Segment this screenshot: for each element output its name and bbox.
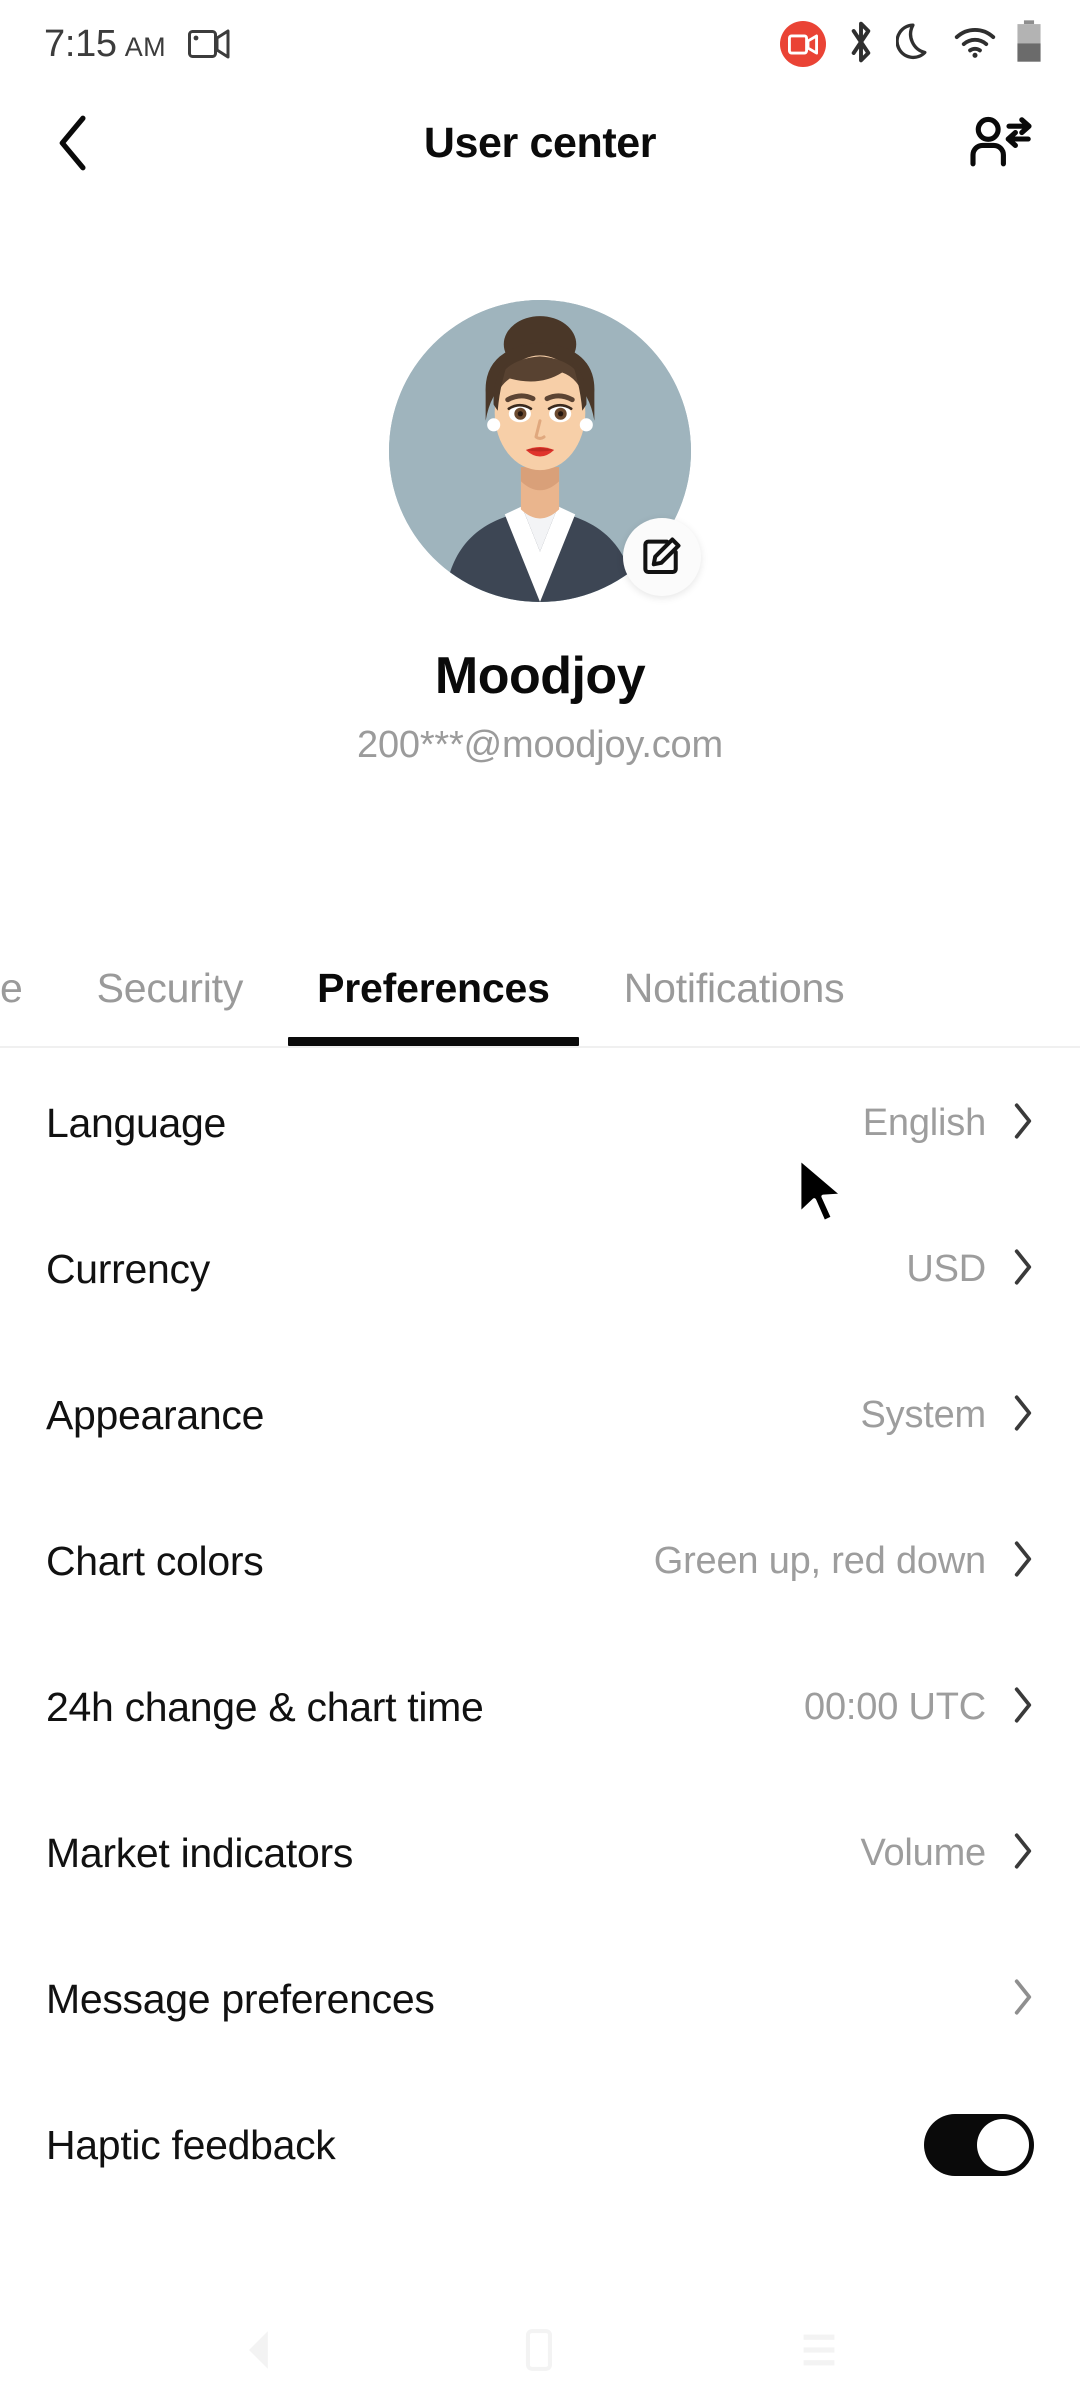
page-title: User center	[423, 118, 657, 167]
tab-preferences[interactable]: Preferences	[280, 930, 587, 1046]
setting-control: Green up, red down	[654, 1540, 1034, 1583]
setting-row-haptic-feedback[interactable]: Haptic feedback	[0, 2072, 1080, 2218]
back-chevron-icon	[59, 115, 86, 171]
setting-control: English	[863, 1102, 1034, 1145]
setting-value: English	[862, 1101, 986, 1144]
setting-value: USD	[906, 1247, 986, 1290]
chevron-right-icon[interactable]	[1012, 1832, 1034, 1875]
tab-bar[interactable]: file Security Preferences Notifications	[0, 930, 1080, 1048]
tab-notifications-label: Notifications	[623, 964, 845, 1011]
setting-row-language[interactable]: Language English	[0, 1050, 1080, 1196]
screen-record-icon	[187, 28, 230, 60]
setting-row-appearance[interactable]: Appearance System	[0, 1342, 1080, 1488]
setting-control: USD	[906, 1248, 1034, 1291]
setting-label: Haptic feedback	[46, 2121, 336, 2168]
setting-label: Currency	[46, 1245, 210, 1292]
setting-row-chart-colors[interactable]: Chart colors Green up, red down	[0, 1488, 1080, 1634]
setting-control: System	[861, 1394, 1035, 1437]
chevron-right-icon[interactable]	[1012, 1978, 1034, 2021]
toggle-knob	[977, 2119, 1029, 2171]
tab-profile[interactable]: file	[0, 930, 60, 1046]
back-icon[interactable]	[242, 2328, 278, 2377]
switch-account-icon	[970, 116, 1032, 167]
profile-section: Moodjoy 200***@moodjoy.com	[0, 198, 1080, 767]
setting-control	[924, 2114, 1034, 2176]
chevron-right-icon[interactable]	[1012, 1686, 1034, 1729]
status-time-ampm: AM	[124, 31, 166, 62]
app-header: User center	[0, 88, 1080, 198]
setting-label: Language	[46, 1099, 227, 1146]
edit-pencil-icon	[643, 537, 681, 575]
chevron-right-icon[interactable]	[1012, 1540, 1034, 1583]
setting-row-market-indicators[interactable]: Market indicators Volume	[0, 1780, 1080, 1926]
setting-row-message-preferences[interactable]: Message preferences	[0, 1926, 1080, 2072]
setting-label: 24h change & chart time	[46, 1683, 484, 1730]
setting-control: 00:00 UTC	[804, 1686, 1034, 1729]
setting-label: Chart colors	[46, 1537, 264, 1584]
tab-security-label: Security	[96, 964, 244, 1011]
setting-row-24h-change-chart-time[interactable]: 24h change & chart time 00:00 UTC	[0, 1634, 1080, 1780]
setting-label: Message preferences	[46, 1975, 435, 2022]
tab-list: file Security Preferences Notifications	[0, 930, 881, 1046]
preferences-list: Language English Currency USD Appearance…	[0, 1050, 1080, 2218]
setting-label: Market indicators	[46, 1829, 354, 1876]
tab-preferences-label: Preferences	[317, 964, 550, 1011]
chevron-right-icon[interactable]	[1012, 1394, 1034, 1437]
setting-row-currency[interactable]: Currency USD	[0, 1196, 1080, 1342]
back-button[interactable]	[38, 108, 108, 178]
phone-screen: 7:15 AM User center Moodjoy 200***@moodj…	[0, 0, 1080, 2400]
user-name: Moodjoy	[434, 647, 646, 705]
status-bar-left: 7:15 AM	[44, 23, 230, 66]
wifi-icon	[954, 25, 996, 64]
setting-control	[986, 1978, 1034, 2021]
chevron-right-icon[interactable]	[1012, 1102, 1034, 1145]
status-bar: 7:15 AM	[0, 0, 1080, 88]
do-not-disturb-moon-icon	[895, 21, 934, 68]
home-icon[interactable]	[523, 2328, 555, 2377]
status-time-value: 7:15	[44, 22, 117, 65]
user-email: 200***@moodjoy.com	[357, 724, 723, 766]
battery-icon	[1016, 19, 1042, 69]
tab-security[interactable]: Security	[60, 930, 281, 1046]
chevron-right-icon[interactable]	[1012, 1248, 1034, 1291]
avatar-wrapper	[389, 300, 701, 602]
screen-cast-recording-icon	[780, 21, 826, 67]
setting-value: Green up, red down	[653, 1539, 986, 1582]
switch-account-button[interactable]	[966, 108, 1036, 178]
setting-value: Volume	[860, 1831, 986, 1874]
bluetooth-icon	[846, 20, 876, 69]
haptic-feedback-toggle[interactable]	[924, 2114, 1034, 2176]
status-bar-right	[780, 19, 1042, 69]
setting-value: System	[860, 1393, 987, 1436]
recents-icon[interactable]	[800, 2330, 838, 2375]
edit-avatar-button[interactable]	[623, 518, 701, 596]
setting-value: 00:00 UTC	[804, 1685, 986, 1728]
setting-control: Volume	[860, 1832, 1034, 1875]
android-nav-bar	[0, 2304, 1080, 2400]
tab-profile-label: file	[0, 964, 23, 1011]
status-time: 7:15 AM	[44, 23, 166, 66]
tab-notifications[interactable]: Notifications	[587, 930, 882, 1046]
setting-label: Appearance	[46, 1391, 265, 1438]
